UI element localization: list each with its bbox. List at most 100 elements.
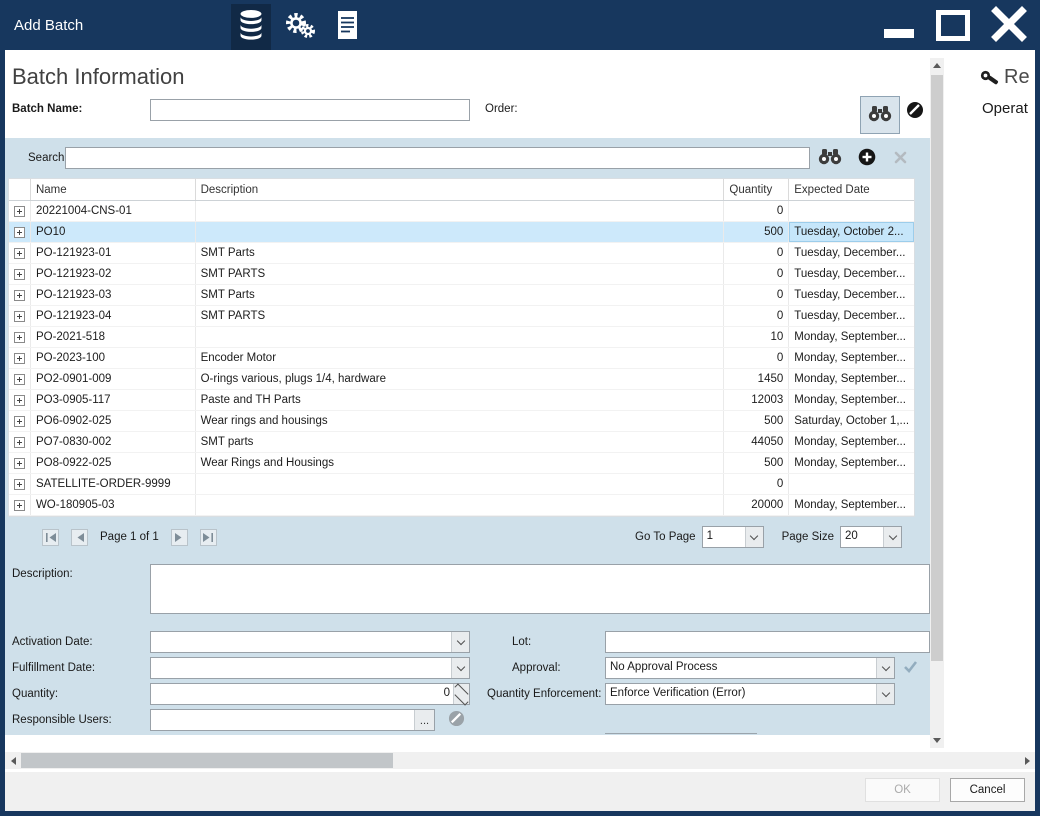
scroll-down-button[interactable] bbox=[930, 733, 944, 748]
add-icon bbox=[858, 148, 876, 169]
previous-page-icon bbox=[76, 530, 84, 545]
expand-icon[interactable] bbox=[9, 306, 31, 326]
cell-name: PO10 bbox=[31, 222, 196, 242]
lot-input[interactable] bbox=[605, 631, 930, 653]
expand-icon[interactable] bbox=[9, 348, 31, 368]
cell-quantity: 1450 bbox=[724, 369, 789, 389]
expand-icon[interactable] bbox=[9, 222, 31, 242]
table-row[interactable]: PO-2023-100Encoder Motor0Monday, Septemb… bbox=[9, 348, 914, 369]
description-column-header[interactable]: Description bbox=[196, 179, 725, 200]
name-column-header[interactable]: Name bbox=[31, 179, 196, 200]
table-row[interactable]: PO10500Tuesday, October 2... bbox=[9, 222, 914, 243]
chevron-left-icon bbox=[11, 757, 16, 765]
batch-name-label: Batch Name: bbox=[12, 103, 82, 115]
page-size-select[interactable]: 20 bbox=[840, 526, 902, 548]
cell-quantity: 10 bbox=[724, 327, 789, 347]
table-row[interactable]: PO8-0922-025Wear Rings and Housings500Mo… bbox=[9, 453, 914, 474]
expected-date-column-header[interactable]: Expected Date bbox=[789, 179, 914, 200]
gears-icon bbox=[283, 10, 317, 45]
chevron-right-icon bbox=[1025, 757, 1030, 765]
settings-tab[interactable] bbox=[280, 4, 320, 50]
search-input[interactable] bbox=[65, 147, 810, 169]
cancel-button[interactable]: Cancel bbox=[950, 778, 1025, 802]
fulfillment-date-select[interactable] bbox=[150, 657, 470, 679]
scroll-up-button[interactable] bbox=[930, 58, 944, 73]
cell-expected-date bbox=[789, 474, 914, 494]
cell-quantity: 0 bbox=[724, 264, 789, 284]
vertical-scrollbar[interactable] bbox=[930, 58, 944, 748]
approval-select[interactable]: No Approval Process bbox=[605, 657, 895, 679]
document-tab[interactable] bbox=[327, 4, 367, 50]
clear-users-button[interactable] bbox=[447, 711, 465, 729]
table-row[interactable]: PO-121923-02SMT PARTS0Tuesday, December.… bbox=[9, 264, 914, 285]
next-page-button[interactable] bbox=[171, 529, 188, 546]
search-find-button[interactable] bbox=[816, 149, 844, 167]
add-order-button[interactable] bbox=[857, 149, 876, 168]
cell-quantity: 12003 bbox=[724, 390, 789, 410]
expand-icon[interactable] bbox=[9, 495, 31, 515]
expand-icon[interactable] bbox=[9, 390, 31, 410]
cell-expected-date: Tuesday, October 2... bbox=[789, 222, 914, 242]
description-input[interactable] bbox=[150, 564, 930, 614]
last-page-button[interactable] bbox=[200, 529, 217, 546]
check-icon bbox=[903, 660, 918, 676]
cell-quantity: 20000 bbox=[724, 495, 789, 515]
approval-value: No Approval Process bbox=[606, 658, 876, 678]
cell-name: PO-2021-518 bbox=[31, 327, 196, 347]
horizontal-scrollbar[interactable] bbox=[5, 752, 1035, 769]
expand-icon[interactable] bbox=[9, 243, 31, 263]
scroll-left-button[interactable] bbox=[5, 752, 21, 769]
fulfillment-date-value bbox=[151, 658, 451, 678]
table-row[interactable]: PO6-0902-025Wear rings and housings500Sa… bbox=[9, 411, 914, 432]
chevron-down-icon bbox=[451, 632, 469, 652]
expand-icon[interactable] bbox=[9, 264, 31, 284]
expand-icon[interactable] bbox=[9, 201, 31, 221]
expand-icon[interactable] bbox=[9, 327, 31, 347]
spinner-buttons[interactable] bbox=[453, 684, 469, 704]
batch-name-input[interactable] bbox=[150, 99, 470, 121]
minimize-button[interactable] bbox=[876, 4, 922, 46]
go-to-page-select[interactable]: 1 bbox=[702, 526, 764, 548]
order-clear-button[interactable] bbox=[905, 101, 925, 121]
remove-order-button[interactable] bbox=[893, 152, 907, 166]
table-row[interactable]: PO7-0830-002SMT parts44050Monday, Septem… bbox=[9, 432, 914, 453]
first-page-button[interactable] bbox=[42, 529, 59, 546]
approval-check-button[interactable] bbox=[901, 660, 919, 676]
vertical-scrollbar-thumb[interactable] bbox=[931, 75, 943, 661]
ok-button[interactable]: OK bbox=[865, 778, 940, 802]
table-row[interactable]: PO2-0901-009O-rings various, plugs 1/4, … bbox=[9, 369, 914, 390]
table-row[interactable]: PO-121923-01SMT Parts0Tuesday, December.… bbox=[9, 243, 914, 264]
expand-icon[interactable] bbox=[9, 432, 31, 452]
activation-date-select[interactable] bbox=[150, 631, 470, 653]
table-row[interactable]: WO-180905-0320000Monday, September... bbox=[9, 495, 914, 516]
batch-source-tab[interactable] bbox=[231, 4, 271, 50]
table-row[interactable]: PO-121923-04SMT PARTS0Tuesday, December.… bbox=[9, 306, 914, 327]
expand-icon[interactable] bbox=[9, 411, 31, 431]
quantity-enforcement-select[interactable]: Enforce Verification (Error) bbox=[605, 683, 895, 705]
table-row[interactable]: PO3-0905-117Paste and TH Parts12003Monda… bbox=[9, 390, 914, 411]
table-row[interactable]: PO-2021-51810Monday, September... bbox=[9, 327, 914, 348]
close-button[interactable] bbox=[986, 4, 1032, 46]
expand-icon[interactable] bbox=[9, 453, 31, 473]
required-operations-panel: Re Operat bbox=[944, 50, 1035, 752]
cell-quantity: 0 bbox=[724, 201, 789, 221]
previous-page-button[interactable] bbox=[71, 529, 88, 546]
quantity-value: 0 bbox=[151, 684, 453, 704]
maximize-button[interactable] bbox=[930, 4, 976, 46]
chevron-down-icon bbox=[933, 738, 941, 743]
browse-users-button[interactable]: ... bbox=[414, 710, 434, 730]
table-row[interactable]: SATELLITE-ORDER-99990 bbox=[9, 474, 914, 495]
quantity-stepper[interactable]: 0 bbox=[150, 683, 470, 705]
cell-description: SMT Parts bbox=[196, 285, 725, 305]
expand-icon[interactable] bbox=[9, 285, 31, 305]
expand-icon[interactable] bbox=[9, 369, 31, 389]
horizontal-scrollbar-thumb[interactable] bbox=[21, 753, 393, 768]
order-find-button[interactable] bbox=[860, 96, 900, 134]
lot-label: Lot: bbox=[512, 636, 531, 648]
scroll-right-button[interactable] bbox=[1019, 752, 1035, 769]
table-row[interactable]: 20221004-CNS-010 bbox=[9, 201, 914, 222]
quantity-column-header[interactable]: Quantity bbox=[724, 179, 789, 200]
responsible-users-field[interactable]: ... bbox=[150, 709, 435, 731]
expand-icon[interactable] bbox=[9, 474, 31, 494]
table-row[interactable]: PO-121923-03SMT Parts0Tuesday, December.… bbox=[9, 285, 914, 306]
